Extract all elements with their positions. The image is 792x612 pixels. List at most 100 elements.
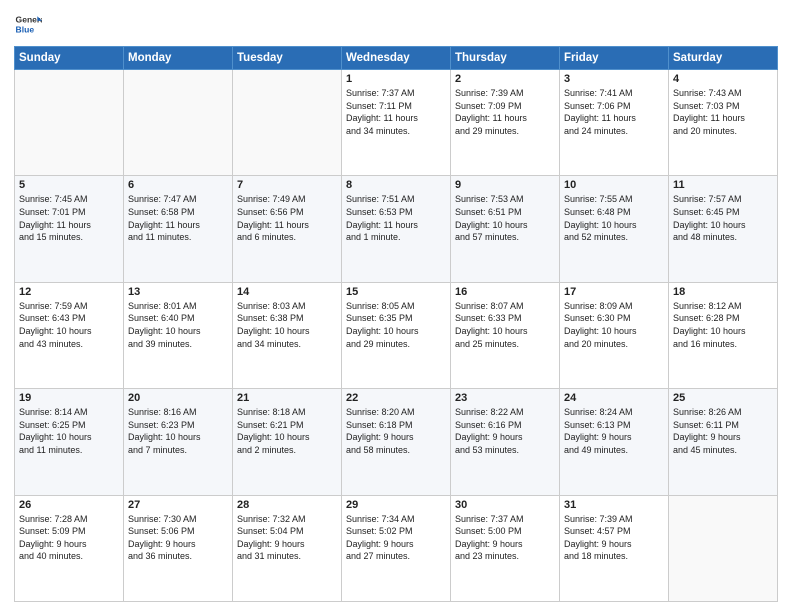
day-number: 19 — [19, 392, 119, 404]
day-info: Sunrise: 7:32 AM Sunset: 5:04 PM Dayligh… — [237, 513, 337, 563]
calendar-cell: 29 Sunrise: 7:34 AM Sunset: 5:02 PM Dayli… — [342, 495, 451, 601]
day-number: 13 — [128, 286, 228, 298]
day-number: 22 — [346, 392, 446, 404]
calendar-cell: 5 Sunrise: 7:45 AM Sunset: 7:01 PM Daylig… — [15, 176, 124, 282]
day-info: Sunrise: 7:37 AM Sunset: 5:00 PM Dayligh… — [455, 513, 555, 563]
day-number: 2 — [455, 73, 555, 85]
day-number: 5 — [19, 179, 119, 191]
calendar-cell: 4Sunrise: 7:43 AM Sunset: 7:03 PM Daylig… — [669, 70, 778, 176]
day-info: Sunrise: 8:24 AM Sunset: 6:13 PM Dayligh… — [564, 406, 664, 456]
calendar-cell: 19 Sunrise: 8:14 AM Sunset: 6:25 PM Dayli… — [15, 389, 124, 495]
calendar-cell: 27 Sunrise: 7:30 AM Sunset: 5:06 PM Dayli… — [124, 495, 233, 601]
calendar-cell — [233, 70, 342, 176]
day-info: Sunrise: 8:05 AM Sunset: 6:35 PM Dayligh… — [346, 300, 446, 350]
calendar-cell: 31 Sunrise: 7:39 AM Sunset: 4:57 PM Dayli… — [560, 495, 669, 601]
day-number: 27 — [128, 499, 228, 511]
day-number: 12 — [19, 286, 119, 298]
weekday-header: Saturday — [669, 47, 778, 70]
day-info: Sunrise: 7:28 AM Sunset: 5:09 PM Dayligh… — [19, 513, 119, 563]
calendar-cell: 3 Sunrise: 7:41 AM Sunset: 7:06 PM Daylig… — [560, 70, 669, 176]
page: General Blue SundayMondayTuesdayWednesda… — [0, 0, 792, 612]
calendar-cell: 26Sunrise: 7:28 AM Sunset: 5:09 PM Dayli… — [15, 495, 124, 601]
calendar-cell: 16Sunrise: 8:07 AM Sunset: 6:33 PM Dayli… — [451, 282, 560, 388]
day-info: Sunrise: 8:22 AM Sunset: 6:16 PM Dayligh… — [455, 406, 555, 456]
calendar-cell: 30 Sunrise: 7:37 AM Sunset: 5:00 PM Dayli… — [451, 495, 560, 601]
calendar-cell: 23 Sunrise: 8:22 AM Sunset: 6:16 PM Dayli… — [451, 389, 560, 495]
day-info: Sunrise: 8:14 AM Sunset: 6:25 PM Dayligh… — [19, 406, 119, 456]
day-info: Sunrise: 7:39 AM Sunset: 4:57 PM Dayligh… — [564, 513, 664, 563]
header: General Blue — [14, 10, 778, 38]
day-number: 17 — [564, 286, 664, 298]
calendar-cell: 22 Sunrise: 8:20 AM Sunset: 6:18 PM Dayli… — [342, 389, 451, 495]
calendar-cell: 28 Sunrise: 7:32 AM Sunset: 5:04 PM Dayli… — [233, 495, 342, 601]
calendar-cell: 8 Sunrise: 7:51 AM Sunset: 6:53 PM Daylig… — [342, 176, 451, 282]
calendar-cell: 7 Sunrise: 7:49 AM Sunset: 6:56 PM Daylig… — [233, 176, 342, 282]
calendar-cell: 24 Sunrise: 8:24 AM Sunset: 6:13 PM Dayli… — [560, 389, 669, 495]
calendar-header-row: SundayMondayTuesdayWednesdayThursdayFrid… — [15, 47, 778, 70]
logo-icon: General Blue — [14, 10, 42, 38]
weekday-header: Wednesday — [342, 47, 451, 70]
calendar-cell: 6Sunrise: 7:47 AM Sunset: 6:58 PM Daylig… — [124, 176, 233, 282]
calendar-cell — [124, 70, 233, 176]
day-info: Sunrise: 7:49 AM Sunset: 6:56 PM Dayligh… — [237, 193, 337, 243]
weekday-header: Friday — [560, 47, 669, 70]
day-number: 24 — [564, 392, 664, 404]
day-info: Sunrise: 7:39 AM Sunset: 7:09 PM Dayligh… — [455, 87, 555, 137]
calendar-cell: 9Sunrise: 7:53 AM Sunset: 6:51 PM Daylig… — [451, 176, 560, 282]
day-number: 3 — [564, 73, 664, 85]
day-info: Sunrise: 7:59 AM Sunset: 6:43 PM Dayligh… — [19, 300, 119, 350]
day-number: 23 — [455, 392, 555, 404]
day-number: 15 — [346, 286, 446, 298]
day-number: 28 — [237, 499, 337, 511]
logo: General Blue — [14, 10, 46, 38]
weekday-header: Thursday — [451, 47, 560, 70]
day-info: Sunrise: 8:20 AM Sunset: 6:18 PM Dayligh… — [346, 406, 446, 456]
day-number: 11 — [673, 179, 773, 191]
day-info: Sunrise: 7:41 AM Sunset: 7:06 PM Dayligh… — [564, 87, 664, 137]
calendar-cell: 17 Sunrise: 8:09 AM Sunset: 6:30 PM Dayli… — [560, 282, 669, 388]
day-info: Sunrise: 8:16 AM Sunset: 6:23 PM Dayligh… — [128, 406, 228, 456]
calendar-cell: 20 Sunrise: 8:16 AM Sunset: 6:23 PM Dayli… — [124, 389, 233, 495]
day-number: 29 — [346, 499, 446, 511]
day-info: Sunrise: 7:43 AM Sunset: 7:03 PM Dayligh… — [673, 87, 773, 137]
day-info: Sunrise: 8:09 AM Sunset: 6:30 PM Dayligh… — [564, 300, 664, 350]
calendar-cell: 10 Sunrise: 7:55 AM Sunset: 6:48 PM Dayli… — [560, 176, 669, 282]
calendar-cell: 21 Sunrise: 8:18 AM Sunset: 6:21 PM Dayli… — [233, 389, 342, 495]
calendar-cell: 14 Sunrise: 8:03 AM Sunset: 6:38 PM Dayli… — [233, 282, 342, 388]
calendar-cell: 2 Sunrise: 7:39 AM Sunset: 7:09 PM Daylig… — [451, 70, 560, 176]
day-info: Sunrise: 8:26 AM Sunset: 6:11 PM Dayligh… — [673, 406, 773, 456]
weekday-header: Monday — [124, 47, 233, 70]
calendar-week-row: 1 Sunrise: 7:37 AM Sunset: 7:11 PM Daylig… — [15, 70, 778, 176]
day-info: Sunrise: 8:01 AM Sunset: 6:40 PM Dayligh… — [128, 300, 228, 350]
day-number: 9 — [455, 179, 555, 191]
day-number: 8 — [346, 179, 446, 191]
day-info: Sunrise: 7:45 AM Sunset: 7:01 PM Dayligh… — [19, 193, 119, 243]
calendar-table: SundayMondayTuesdayWednesdayThursdayFrid… — [14, 46, 778, 602]
day-info: Sunrise: 7:51 AM Sunset: 6:53 PM Dayligh… — [346, 193, 446, 243]
day-number: 14 — [237, 286, 337, 298]
calendar-cell: 15 Sunrise: 8:05 AM Sunset: 6:35 PM Dayli… — [342, 282, 451, 388]
calendar-week-row: 5 Sunrise: 7:45 AM Sunset: 7:01 PM Daylig… — [15, 176, 778, 282]
day-number: 7 — [237, 179, 337, 191]
day-info: Sunrise: 7:55 AM Sunset: 6:48 PM Dayligh… — [564, 193, 664, 243]
calendar-cell: 12 Sunrise: 7:59 AM Sunset: 6:43 PM Dayli… — [15, 282, 124, 388]
day-number: 18 — [673, 286, 773, 298]
day-info: Sunrise: 7:37 AM Sunset: 7:11 PM Dayligh… — [346, 87, 446, 137]
day-number: 21 — [237, 392, 337, 404]
day-number: 6 — [128, 179, 228, 191]
day-info: Sunrise: 8:18 AM Sunset: 6:21 PM Dayligh… — [237, 406, 337, 456]
day-info: Sunrise: 7:34 AM Sunset: 5:02 PM Dayligh… — [346, 513, 446, 563]
day-info: Sunrise: 8:03 AM Sunset: 6:38 PM Dayligh… — [237, 300, 337, 350]
day-number: 20 — [128, 392, 228, 404]
calendar-week-row: 12 Sunrise: 7:59 AM Sunset: 6:43 PM Dayli… — [15, 282, 778, 388]
day-number: 16 — [455, 286, 555, 298]
day-number: 1 — [346, 73, 446, 85]
weekday-header: Tuesday — [233, 47, 342, 70]
day-info: Sunrise: 7:30 AM Sunset: 5:06 PM Dayligh… — [128, 513, 228, 563]
svg-text:Blue: Blue — [16, 25, 35, 35]
calendar-week-row: 19 Sunrise: 8:14 AM Sunset: 6:25 PM Dayli… — [15, 389, 778, 495]
day-number: 30 — [455, 499, 555, 511]
day-number: 10 — [564, 179, 664, 191]
calendar-cell: 18Sunrise: 8:12 AM Sunset: 6:28 PM Dayli… — [669, 282, 778, 388]
day-number: 31 — [564, 499, 664, 511]
